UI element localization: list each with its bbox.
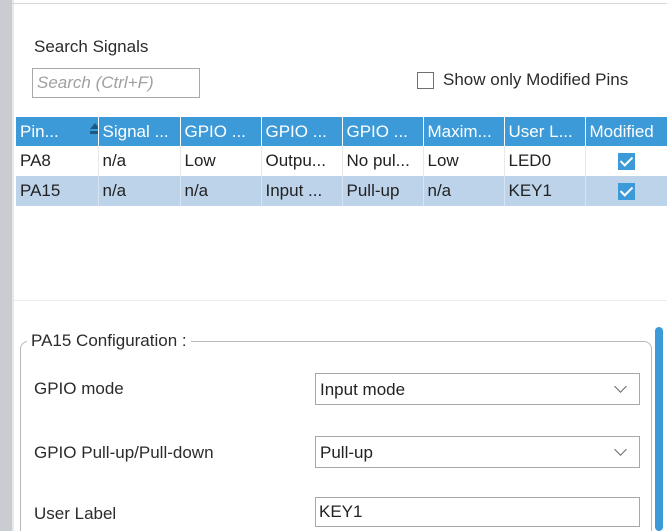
cell-signal: n/a xyxy=(98,176,181,206)
cell-gpio-mode: Input ... xyxy=(261,176,343,206)
column-header-user-label[interactable]: User L... xyxy=(504,117,586,146)
user-label-label: User Label xyxy=(34,504,117,523)
search-input[interactable] xyxy=(32,68,200,98)
cell-signal: n/a xyxy=(98,146,181,176)
cell-gpio-pull: No pul... xyxy=(342,146,424,176)
left-border-inner xyxy=(12,0,14,531)
cell-user-label: LED0 xyxy=(504,146,586,176)
table-header-row: Pin... Signal ... GPIO ... GPIO ... GPIO… xyxy=(16,117,667,146)
section-divider xyxy=(14,300,667,301)
search-signals-label: Search Signals xyxy=(34,37,149,56)
column-header-gpio-pull[interactable]: GPIO ... xyxy=(342,117,424,146)
column-header-label: GPIO ... xyxy=(346,121,408,141)
column-header-modified[interactable]: Modified xyxy=(585,117,667,146)
column-header-label: GPIO ... xyxy=(184,121,246,141)
column-header-label: Maxim... xyxy=(427,121,492,141)
chevron-down-icon xyxy=(614,443,627,456)
pin-table: Pin... Signal ... GPIO ... GPIO ... GPIO… xyxy=(16,117,667,206)
gpio-mode-label: GPIO mode xyxy=(34,379,124,398)
cell-modified xyxy=(585,146,667,176)
cell-max-speed: Low xyxy=(423,146,505,176)
pinout-configuration-panel: Search Signals Show only Modified Pins P… xyxy=(0,0,667,531)
column-header-gpio-mode[interactable]: GPIO ... xyxy=(261,117,343,146)
gpio-pull-label: GPIO Pull-up/Pull-down xyxy=(34,443,214,462)
chevron-down-icon xyxy=(614,380,627,393)
cell-gpio-pull: Pull-up xyxy=(342,176,424,206)
column-header-pin[interactable]: Pin... xyxy=(16,117,99,146)
cell-user-label: KEY1 xyxy=(504,176,586,206)
modified-checkbox[interactable] xyxy=(617,153,635,171)
cell-gpio-output-level: Low xyxy=(180,146,262,176)
show-modified-toggle[interactable]: Show only Modified Pins xyxy=(417,69,628,91)
vertical-scrollbar[interactable] xyxy=(655,327,663,531)
column-header-label: User L... xyxy=(508,121,573,141)
cell-pin: PA15 xyxy=(16,176,99,206)
cell-max-speed: n/a xyxy=(423,176,505,206)
cell-gpio-output-level: n/a xyxy=(180,176,262,206)
column-header-label: Signal ... xyxy=(102,121,169,141)
column-header-label: GPIO ... xyxy=(265,121,327,141)
column-header-signal[interactable]: Signal ... xyxy=(98,117,181,146)
column-header-label: Pin... xyxy=(20,121,59,141)
show-modified-checkbox[interactable] xyxy=(417,71,434,89)
modified-checkbox[interactable] xyxy=(617,183,635,201)
left-border xyxy=(0,0,12,531)
gpio-pull-value: Pull-up xyxy=(320,443,373,462)
column-header-gpio-output-level[interactable]: GPIO ... xyxy=(180,117,262,146)
column-header-max-speed[interactable]: Maxim... xyxy=(423,117,505,146)
table-row-selected[interactable]: PA15 n/a n/a Input ... Pull-up n/a KEY1 xyxy=(16,176,667,206)
top-divider xyxy=(12,3,667,4)
cell-modified xyxy=(585,176,667,206)
cell-gpio-mode: Outpu... xyxy=(261,146,343,176)
gpio-mode-value: Input mode xyxy=(320,380,406,399)
table-row[interactable]: PA8 n/a Low Outpu... No pul... Low LED0 xyxy=(16,146,667,176)
column-header-label: Modified xyxy=(589,121,654,141)
gpio-pull-select[interactable]: Pull-up xyxy=(315,436,640,468)
pin-configuration-title: PA15 Configuration : xyxy=(27,331,191,351)
show-modified-label: Show only Modified Pins xyxy=(443,70,629,89)
gpio-mode-select[interactable]: Input mode xyxy=(315,373,640,405)
user-label-input[interactable] xyxy=(315,497,640,527)
cell-pin: PA8 xyxy=(16,146,99,176)
